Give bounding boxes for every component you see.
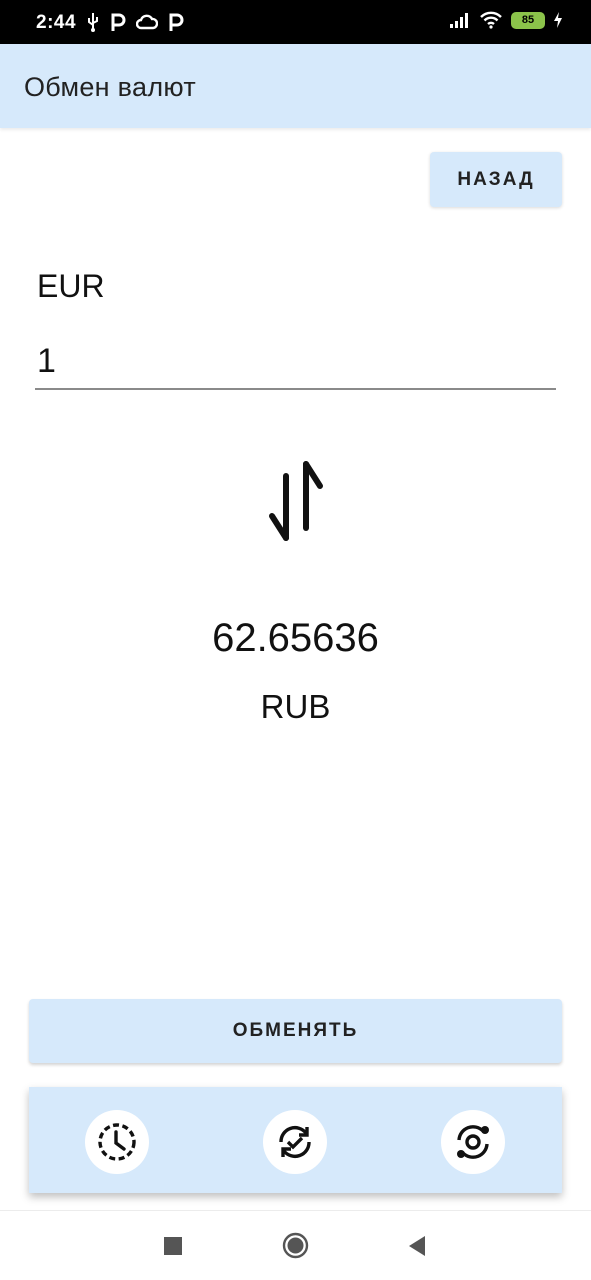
app-screen: 2:44 85 Обмен валют НАЗАД EUR 1 62.65636… (0, 0, 591, 1280)
status-time: 2:44 (36, 12, 77, 33)
history-icon (98, 1123, 136, 1161)
currency-rates-icon (457, 1125, 489, 1159)
swap-vertical-icon[interactable] (262, 452, 330, 550)
battery-icon: 85 (511, 11, 545, 29)
p-app-icon (169, 13, 184, 31)
p-app-icon (111, 13, 126, 31)
to-currency-selector[interactable]: RUB (0, 688, 591, 726)
battery-level: 85 (521, 14, 535, 26)
wifi-icon (480, 11, 502, 29)
nav-rates-button[interactable] (441, 1110, 505, 1174)
from-currency-selector[interactable]: EUR (37, 268, 105, 305)
back-button[interactable]: НАЗАД (430, 152, 562, 207)
result-value: 62.65636 (212, 616, 379, 660)
recents-icon[interactable] (164, 1237, 182, 1255)
system-nav-bar (0, 1210, 591, 1280)
app-bar: Обмен валют (0, 44, 591, 128)
exchange-icon (279, 1125, 311, 1159)
back-icon[interactable] (407, 1235, 427, 1257)
exchange-button[interactable]: ОБМЕНЯТЬ (29, 999, 562, 1063)
cloud-icon (136, 14, 158, 30)
status-icons-right: 85 (449, 11, 563, 29)
home-icon[interactable] (282, 1232, 309, 1259)
usb-icon (88, 13, 98, 32)
amount-value: 1 (37, 342, 56, 380)
bottom-nav (29, 1087, 562, 1193)
page-title: Обмен валют (24, 72, 196, 102)
amount-input[interactable]: 1 (35, 334, 556, 390)
nav-exchange-button[interactable] (263, 1110, 327, 1174)
status-bar: 2:44 85 (0, 0, 591, 44)
charging-icon (554, 12, 562, 28)
signal-icon (450, 13, 468, 28)
nav-history-button[interactable] (85, 1110, 149, 1174)
status-icons-left (86, 12, 184, 32)
